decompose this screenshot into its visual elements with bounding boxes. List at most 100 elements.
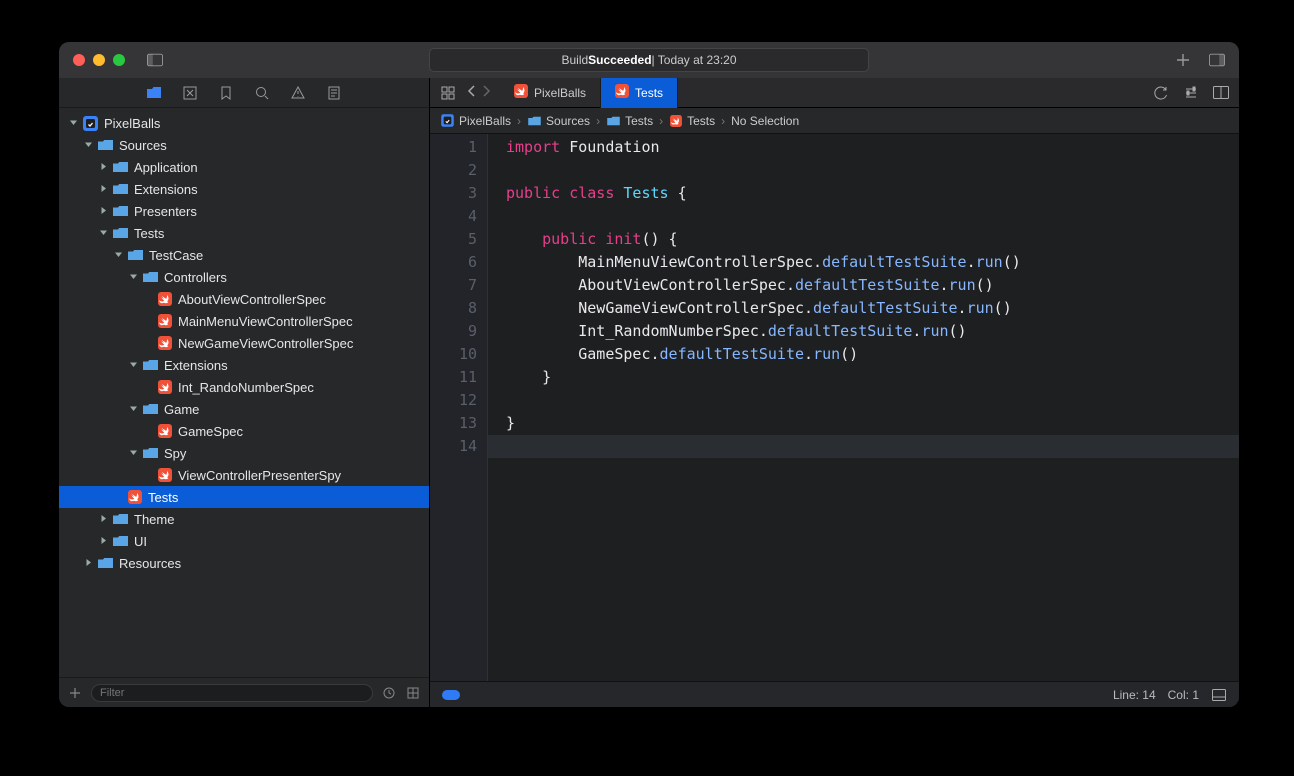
code-line[interactable]: GameSpec.defaultTestSuite.run() [506,343,1239,366]
scm-filter-icon[interactable] [405,685,421,701]
tree-row[interactable]: Sources [59,134,429,156]
disclosure-icon[interactable] [114,250,124,260]
code-line[interactable]: } [506,366,1239,389]
swift-icon [670,115,682,127]
toolbar-right [1175,52,1225,68]
tree-row[interactable]: Theme [59,508,429,530]
jumpbar-crumb[interactable]: Tests [606,114,653,128]
close-window-button[interactable] [73,54,85,66]
library-toggle-icon[interactable] [1209,52,1225,68]
code-line[interactable]: Int_RandomNumberSpec.defaultTestSuite.ru… [506,320,1239,343]
folder-icon [98,139,113,151]
refresh-icon[interactable] [1153,85,1169,101]
source-control-navigator-icon[interactable] [182,85,198,101]
editor-tab[interactable]: Tests [601,78,678,108]
filter-input[interactable] [91,684,373,702]
tree-row[interactable]: TestCase [59,244,429,266]
code-line[interactable] [506,389,1239,412]
test-navigator-icon[interactable] [326,85,342,101]
window-controls [73,54,125,66]
code-line[interactable]: NewGameViewControllerSpec.defaultTestSui… [506,297,1239,320]
activity-status[interactable]: Build Succeeded | Today at 23:20 [429,48,869,72]
tree-row[interactable]: Int_RandoNumberSpec [59,376,429,398]
bookmark-navigator-icon[interactable] [218,85,234,101]
disclosure-icon[interactable] [69,118,79,128]
find-navigator-icon[interactable] [254,85,270,101]
code-line[interactable]: MainMenuViewControllerSpec.defaultTestSu… [506,251,1239,274]
code-line[interactable] [506,159,1239,182]
issue-navigator-icon[interactable] [290,85,306,101]
tree-row[interactable]: Spy [59,442,429,464]
code-line[interactable] [506,205,1239,228]
disclosure-icon[interactable] [99,206,109,216]
tree-row[interactable]: AboutViewControllerSpec [59,288,429,310]
tree-row[interactable]: Tests [59,222,429,244]
tree-row[interactable]: Extensions [59,354,429,376]
disclosure-icon[interactable] [99,514,109,524]
adjust-editor-icon[interactable] [1183,85,1199,101]
tree-label: MainMenuViewControllerSpec [178,314,353,329]
disclosure-icon[interactable] [99,184,109,194]
tree-row[interactable]: MainMenuViewControllerSpec [59,310,429,332]
back-button-icon[interactable] [466,84,476,101]
disclosure-icon[interactable] [84,558,94,568]
code-line[interactable]: } [506,412,1239,435]
code-content[interactable]: import Foundation public class Tests { pu… [488,134,1239,681]
tree-row[interactable]: PixelBalls [59,112,429,134]
tree-row[interactable]: ViewControllerPresenterSpy [59,464,429,486]
plus-icon[interactable] [1175,52,1191,68]
disclosure-icon[interactable] [99,228,109,238]
add-icon[interactable] [67,685,83,701]
disclosure-icon[interactable] [129,272,139,282]
editor-tab[interactable]: PixelBalls [500,78,601,108]
project-navigator-icon[interactable] [146,85,162,101]
tree-row[interactable]: Application [59,156,429,178]
code-editor[interactable]: 1234567891011121314 import Foundationpub… [430,134,1239,681]
zoom-window-button[interactable] [113,54,125,66]
swift-file-icon [128,490,142,504]
recent-filter-icon[interactable] [381,685,397,701]
debug-indicator[interactable] [442,690,460,700]
disclosure-icon[interactable] [129,404,139,414]
tree-row[interactable]: Resources [59,552,429,574]
tree-row[interactable]: UI [59,530,429,552]
project-tree[interactable]: PixelBallsSourcesApplicationExtensionsPr… [59,108,429,677]
status-suffix: | Today at 23:20 [652,53,737,67]
jumpbar-crumb[interactable]: PixelBalls [440,113,511,128]
folder-icon [113,183,128,195]
disclosure-icon[interactable] [84,140,94,150]
crumb-label: No Selection [731,114,799,128]
disclosure-icon[interactable] [129,448,139,458]
disclosure-icon[interactable] [99,162,109,172]
disclosure-icon [144,338,154,348]
jump-bar[interactable]: PixelBalls›Sources›Tests›Tests›No Select… [430,108,1239,134]
sidebar-toggle-icon[interactable] [147,52,163,68]
code-line[interactable]: public class Tests { [506,182,1239,205]
editor-status-bar: Line: 14 Col: 1 [430,681,1239,707]
tree-row[interactable]: Controllers [59,266,429,288]
tree-row[interactable]: Extensions [59,178,429,200]
tree-row[interactable]: Tests [59,486,429,508]
forward-button-icon[interactable] [482,84,492,101]
cursor-line: Line: 14 [1113,688,1156,702]
jumpbar-crumb[interactable]: Tests [669,114,715,128]
tree-row[interactable]: Presenters [59,200,429,222]
tree-label: Tests [148,490,178,505]
tree-row[interactable]: Game [59,398,429,420]
disclosure-icon[interactable] [129,360,139,370]
app-icon [441,114,454,127]
tree-row[interactable]: GameSpec [59,420,429,442]
code-line[interactable]: import Foundation [506,136,1239,159]
disclosure-icon[interactable] [99,536,109,546]
minimap-toggle-icon[interactable] [1211,687,1227,703]
jumpbar-crumb[interactable]: No Selection [731,114,799,128]
minimize-window-button[interactable] [93,54,105,66]
add-editor-icon[interactable] [1213,85,1229,101]
related-items-icon[interactable] [440,85,456,101]
folder-icon [143,447,158,459]
folder-icon [128,249,143,261]
jumpbar-crumb[interactable]: Sources [527,114,590,128]
code-line[interactable]: public init() { [506,228,1239,251]
tree-row[interactable]: NewGameViewControllerSpec [59,332,429,354]
code-line[interactable]: AboutViewControllerSpec.defaultTestSuite… [506,274,1239,297]
